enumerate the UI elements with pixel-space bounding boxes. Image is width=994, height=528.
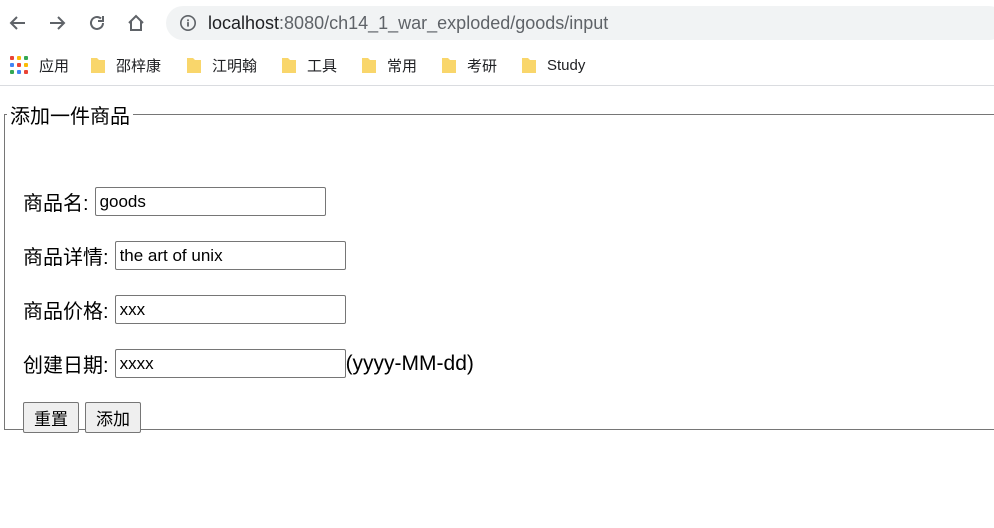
price-label: 商品价格: [23, 301, 109, 323]
forward-arrow-icon [50, 16, 66, 30]
apps-dot [17, 63, 21, 67]
url-path: :8080/ch14_1_war_exploded/goods/input [279, 12, 609, 33]
apps-dot [10, 70, 14, 74]
bookmark-label: Study [547, 56, 586, 74]
bookmark-folder[interactable]: 常用 [361, 54, 417, 76]
date-row: 创建日期: (yyyy-MM-dd) [23, 349, 474, 378]
apps-grid-icon [10, 56, 28, 74]
bookmark-label: 邵梓康 [116, 57, 162, 75]
form-legend: 添加一件商品 [10, 106, 130, 128]
apps-dot [17, 56, 21, 60]
date-format-hint: (yyyy-MM-dd) [345, 351, 474, 375]
folder-icon [187, 58, 201, 73]
folder-icon [91, 58, 105, 73]
form-buttons: 重置 添加 [23, 402, 147, 433]
reload-icon [90, 15, 104, 30]
home-button[interactable] [121, 8, 151, 38]
date-label: 创建日期: [23, 355, 109, 377]
bookmark-folder[interactable]: 考研 [441, 54, 497, 76]
add-goods-form: 添加一件商品 商品名: 商品详情: 商品价格: 创建日期: (yyyy-MM-d… [4, 100, 994, 433]
folder-icon [442, 58, 456, 73]
apps-dot [24, 56, 28, 60]
detail-label: 商品详情: [23, 247, 109, 269]
back-button[interactable] [3, 8, 33, 38]
apps-dot [24, 63, 28, 67]
info-icon[interactable] [178, 13, 198, 33]
browser-toolbar: localhost:8080/ch14_1_war_exploded/goods… [0, 0, 994, 46]
folder-icon [362, 58, 376, 73]
date-input[interactable] [114, 349, 346, 378]
bookmark-label: 应用 [39, 57, 70, 75]
apps-dot [10, 56, 14, 60]
bookmark-label: 江明翰 [212, 57, 258, 75]
bookmark-folder[interactable]: 邵梓康 [90, 54, 161, 76]
page-content: 添加一件商品 商品名: 商品详情: 商品价格: 创建日期: (yyyy-MM-d… [0, 86, 994, 528]
apps-dot [10, 63, 14, 67]
address-bar[interactable]: localhost:8080/ch14_1_war_exploded/goods… [166, 6, 994, 40]
add-button[interactable]: 添加 [85, 402, 141, 433]
folder-icon [282, 58, 296, 73]
bookmark-apps[interactable]: 应用 [10, 54, 69, 76]
apps-dot [24, 70, 28, 74]
bookmark-label: 考研 [467, 57, 498, 75]
home-icon [128, 14, 144, 31]
url-text[interactable]: localhost:8080/ch14_1_war_exploded/goods… [208, 13, 608, 34]
bookmark-label: 工具 [307, 57, 338, 75]
apps-dot [17, 70, 21, 74]
url-host: localhost [208, 12, 280, 33]
bookmark-folder[interactable]: Study [521, 54, 585, 76]
detail-input[interactable] [114, 241, 346, 270]
bookmark-label: 常用 [387, 57, 418, 75]
price-row: 商品价格: [23, 295, 346, 324]
bookmark-folder[interactable]: 工具 [281, 54, 337, 76]
name-input[interactable] [94, 187, 326, 216]
reset-button[interactable]: 重置 [23, 402, 79, 433]
detail-row: 商品详情: [23, 241, 346, 270]
name-label: 商品名: [23, 193, 89, 215]
reload-button[interactable] [82, 8, 112, 38]
bookmarks-bar: 应用 邵梓康 江明翰 工具 常用 考研 Study [0, 46, 994, 86]
forward-button[interactable] [42, 8, 72, 38]
price-input[interactable] [114, 295, 346, 324]
back-arrow-icon [9, 16, 25, 30]
folder-icon [522, 58, 536, 73]
name-row: 商品名: [23, 187, 326, 216]
bookmark-folder[interactable]: 江明翰 [186, 54, 257, 76]
